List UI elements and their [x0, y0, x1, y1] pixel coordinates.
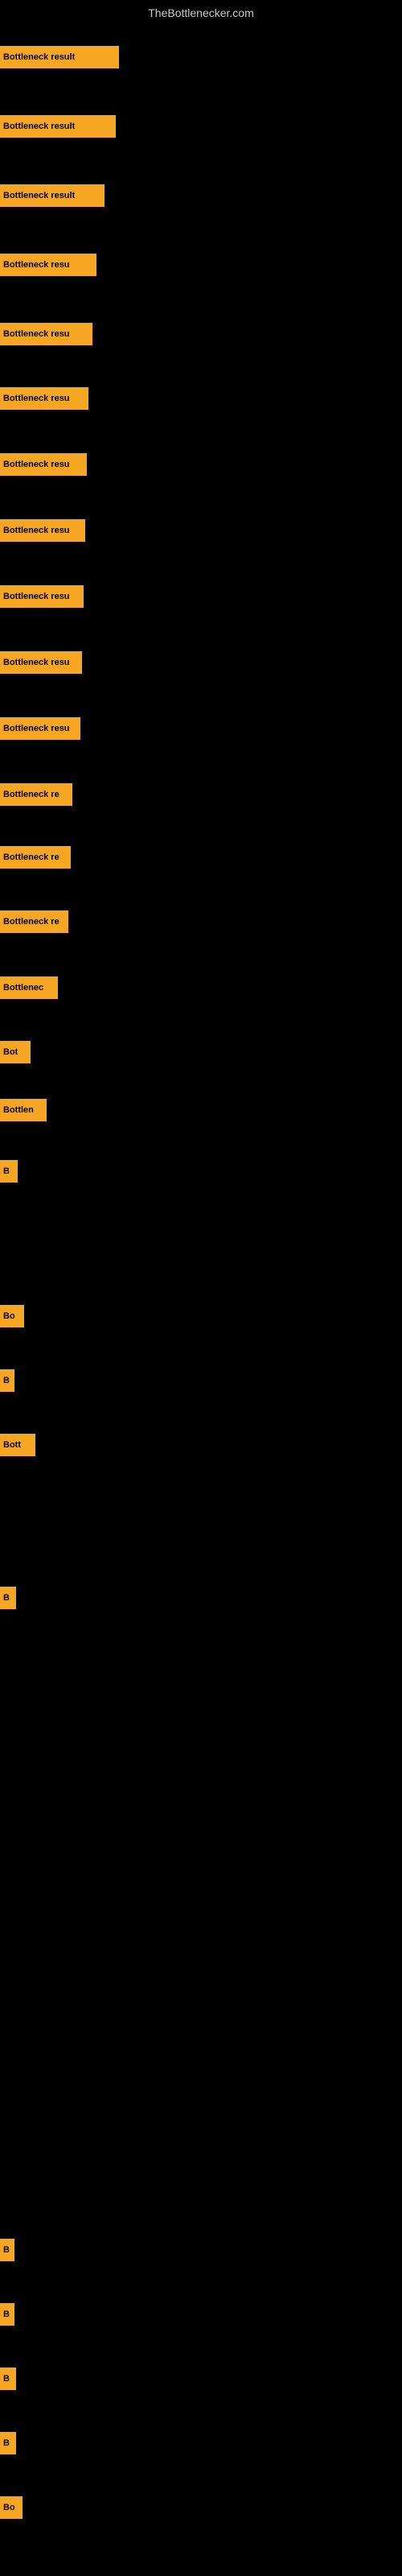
bar-row: B [0, 2302, 402, 2326]
bottleneck-bar: Bottleneck result [0, 46, 119, 68]
bar-row [0, 1843, 402, 1868]
bar-label: B [3, 2438, 10, 2448]
bar-label: Bottleneck resu [3, 658, 70, 667]
bar-row: B [0, 2431, 402, 2455]
bar-row: Bottleneck resu [0, 322, 402, 346]
bar-label: Bottleneck re [3, 917, 59, 927]
bar-label: Bottleneck result [3, 191, 75, 200]
bottleneck-bar: Bo [0, 1305, 24, 1327]
bar-row: Bottlen [0, 1098, 402, 1122]
bar-label: B [3, 1593, 10, 1603]
bar-row: B [0, 2367, 402, 2391]
bar-label: B [3, 1376, 10, 1385]
bottleneck-bar: Bo [0, 2496, 23, 2519]
bottleneck-bar: B [0, 1369, 14, 1392]
site-title: TheBottlenecker.com [0, 0, 402, 23]
bar-label: Bottleneck result [3, 122, 75, 131]
bar-row: B [0, 1159, 402, 1183]
bottleneck-bar: Bottleneck re [0, 846, 71, 869]
bar-row [0, 2165, 402, 2190]
bottleneck-bar: Bottleneck resu [0, 717, 80, 740]
bottleneck-bar: Bottleneck resu [0, 387, 88, 410]
bottleneck-bar: B [0, 1160, 18, 1183]
bar-row: Bottleneck re [0, 910, 402, 934]
bottleneck-bar: B [0, 1587, 16, 1609]
bar-label: Bottleneck re [3, 852, 59, 862]
bar-label: B [3, 2310, 10, 2319]
bottleneck-bar: Bottleneck resu [0, 323, 92, 345]
bar-row: Bottleneck resu [0, 386, 402, 411]
bar-label: B [3, 1166, 10, 1176]
bottleneck-bar: B [0, 2239, 14, 2261]
bottleneck-bar: Bottlen [0, 1099, 47, 1121]
bottleneck-bar: Bott [0, 1434, 35, 1456]
bar-row: Bottleneck resu [0, 518, 402, 543]
bar-label: B [3, 2374, 10, 2384]
bottleneck-bar: Bottleneck resu [0, 519, 85, 542]
bar-label: Bottlen [3, 1105, 34, 1115]
bar-row: Bottleneck resu [0, 650, 402, 675]
bar-label: Bott [3, 1440, 21, 1450]
bottleneck-bar: B [0, 2368, 16, 2390]
bar-label: Bottlenec [3, 983, 43, 993]
bar-row: Bottleneck result [0, 114, 402, 138]
bar-row: Bott [0, 1433, 402, 1457]
bar-row [0, 1505, 402, 1530]
bar-row: Bottleneck re [0, 845, 402, 869]
bar-row [0, 1715, 402, 1739]
bar-label: Bottleneck resu [3, 460, 70, 469]
bar-row: B [0, 1368, 402, 1393]
bar-row: Bot [0, 1040, 402, 1064]
bar-row: B [0, 2238, 402, 2262]
bar-label: Bo [3, 2503, 15, 2512]
bar-row: Bottlenec [0, 976, 402, 1000]
bar-label: Bottleneck resu [3, 526, 70, 535]
bottleneck-bar: Bottleneck result [0, 115, 116, 138]
bottleneck-bar: Bottlenec [0, 976, 58, 999]
bar-row: Bottleneck result [0, 45, 402, 69]
bottleneck-bar: Bottleneck result [0, 184, 105, 207]
bar-row [0, 2037, 402, 2061]
bottleneck-bar: Bottleneck resu [0, 254, 96, 276]
bottleneck-bar: Bottleneck re [0, 783, 72, 806]
bar-label: Bottleneck resu [3, 592, 70, 601]
bar-row: Bottleneck resu [0, 253, 402, 277]
bottleneck-bar: B [0, 2303, 14, 2326]
bar-row: Bo [0, 2496, 402, 2520]
bar-label: Bottleneck resu [3, 329, 70, 339]
bar-row: Bottleneck resu [0, 452, 402, 477]
bar-row: Bo [0, 1304, 402, 1328]
bar-label: Bottleneck result [3, 52, 75, 62]
bottleneck-bar: Bottleneck re [0, 910, 68, 933]
bottleneck-bar: Bot [0, 1041, 31, 1063]
bar-row: Bottleneck resu [0, 584, 402, 609]
bar-label: B [3, 2245, 10, 2255]
bar-row: Bottleneck result [0, 184, 402, 208]
bar-row [0, 1908, 402, 1932]
bar-row [0, 1972, 402, 1996]
bar-label: Bo [3, 1311, 15, 1321]
bar-row: B [0, 1586, 402, 1610]
bar-row [0, 1779, 402, 1803]
bottleneck-bar: Bottleneck resu [0, 453, 87, 476]
bar-row [0, 1650, 402, 1674]
bar-label: Bottleneck re [3, 790, 59, 799]
bottleneck-bar: Bottleneck resu [0, 651, 82, 674]
bar-row [0, 2101, 402, 2125]
bottleneck-bar: B [0, 2432, 16, 2454]
bar-label: Bot [3, 1047, 18, 1057]
bar-row: Bottleneck re [0, 782, 402, 807]
bar-row: Bottleneck resu [0, 716, 402, 741]
bottleneck-bar: Bottleneck resu [0, 585, 84, 608]
bar-label: Bottleneck resu [3, 260, 70, 270]
bar-label: Bottleneck resu [3, 724, 70, 733]
bar-row [0, 1224, 402, 1248]
bars-section [0, 23, 402, 24]
bar-label: Bottleneck resu [3, 394, 70, 403]
